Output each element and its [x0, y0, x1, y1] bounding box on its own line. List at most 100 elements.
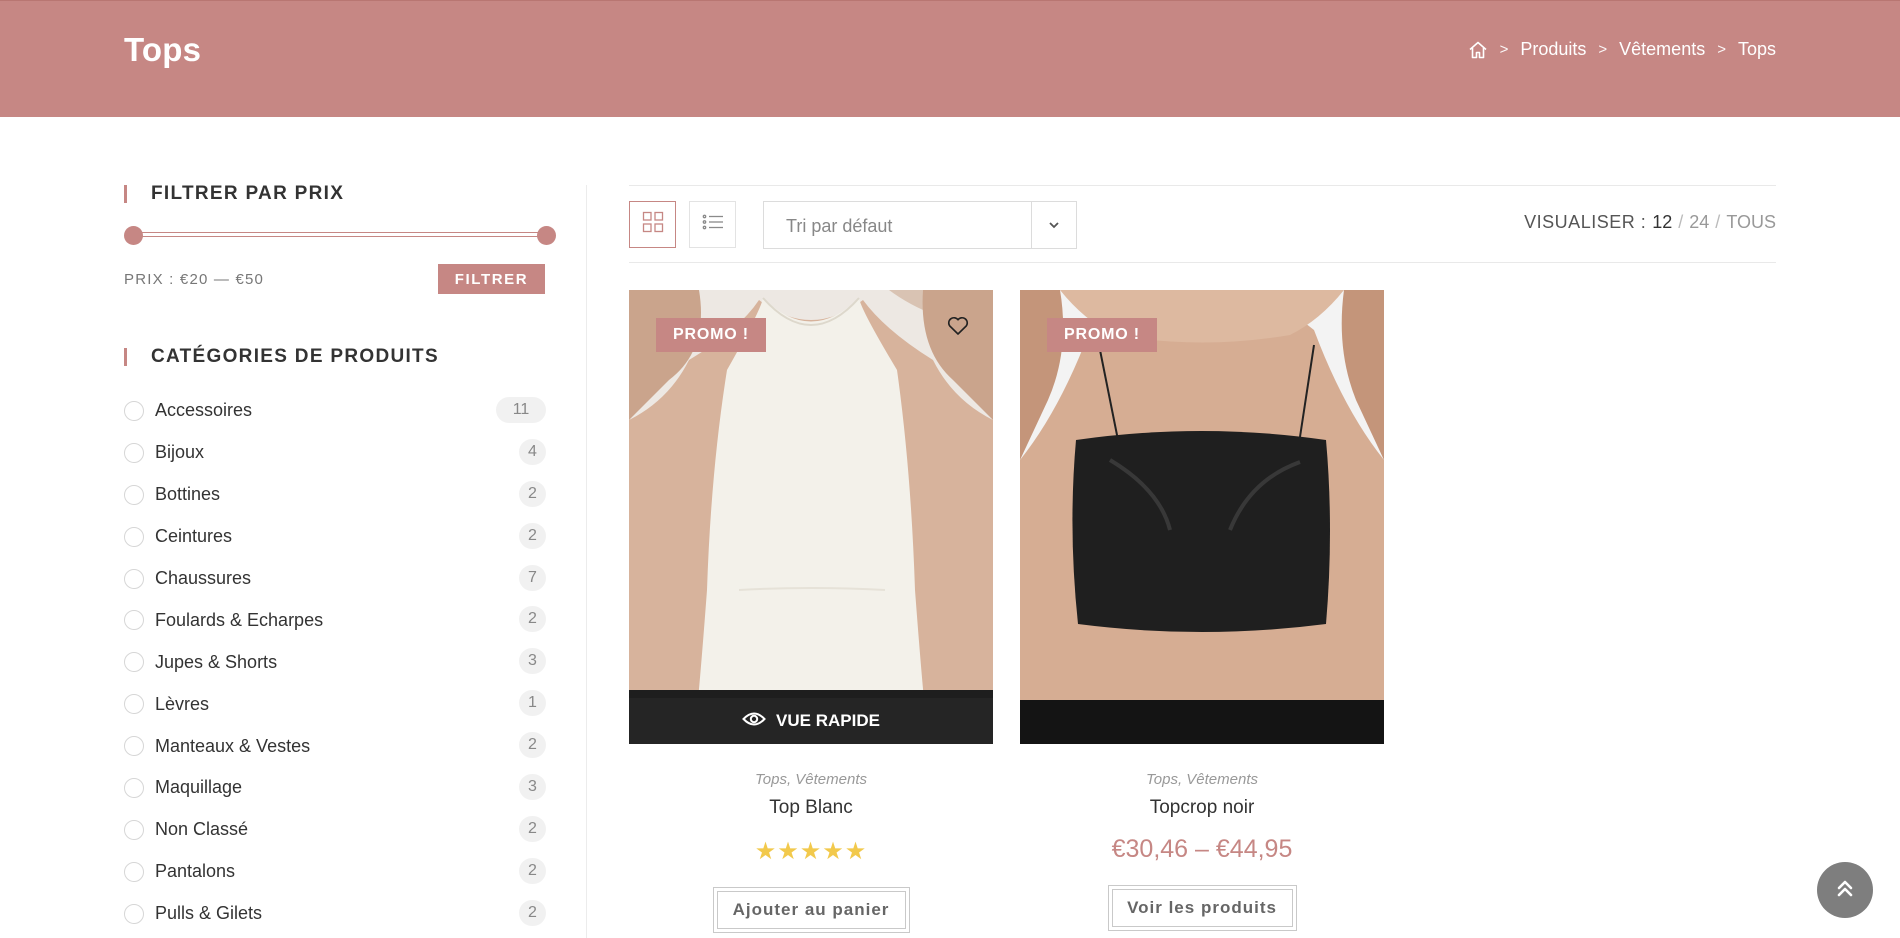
category-radio[interactable]	[124, 400, 144, 421]
sort-select-value: Tri par défaut	[786, 216, 893, 236]
category-item[interactable]: Pulls & Gilets 2	[124, 893, 546, 935]
category-name[interactable]: Foulards & Echarpes	[155, 610, 323, 631]
price-slider[interactable]	[124, 225, 556, 245]
category-radio[interactable]	[124, 736, 144, 757]
breadcrumb-separator: >	[1598, 41, 1608, 58]
double-chevron-up-icon	[1835, 878, 1855, 903]
product-photo-black-crop-top	[1020, 290, 1384, 744]
breadcrumb-separator: >	[1717, 41, 1726, 58]
category-item[interactable]: Chaussures 7	[124, 558, 546, 600]
breadcrumb-vetements[interactable]: Vêtements	[1619, 39, 1705, 60]
category-name[interactable]: Jupes & Shorts	[155, 652, 277, 673]
product-price: €30,46 – €44,95	[1111, 835, 1293, 863]
product-image[interactable]: PROMO ! VUE RAPIDE	[629, 290, 993, 744]
category-name[interactable]: Manteaux & Vestes	[155, 736, 310, 757]
category-item[interactable]: Lèvres 1	[124, 683, 546, 725]
category-count: 2	[519, 899, 546, 926]
category-name[interactable]: Pulls & Gilets	[155, 903, 262, 924]
category-name[interactable]: Bottines	[155, 484, 220, 505]
category-name[interactable]: Pantalons	[155, 861, 235, 882]
scroll-to-top-button[interactable]	[1817, 862, 1873, 918]
quick-view-button[interactable]: VUE RAPIDE	[629, 698, 993, 744]
price-range-label: PRIX : €20 — €50	[124, 271, 265, 288]
category-count: 7	[519, 564, 546, 591]
page-header: Tops > Produits > Vêtements > Tops	[0, 0, 1900, 117]
per-page-option[interactable]: 24	[1689, 212, 1709, 233]
quick-view-label: VUE RAPIDE	[776, 711, 880, 730]
product-image[interactable]: PROMO !	[1020, 290, 1384, 744]
category-name[interactable]: Lèvres	[155, 694, 209, 715]
category-item[interactable]: Foulards & Echarpes 2	[124, 599, 546, 641]
filter-button[interactable]: FILTRER	[438, 264, 545, 294]
price-slider-max-handle[interactable]	[537, 226, 556, 245]
category-item[interactable]: Bottines 2	[124, 474, 546, 516]
breadcrumb: > Produits > Vêtements > Tops	[1468, 39, 1776, 60]
category-radio[interactable]	[124, 610, 144, 631]
product-card: PROMO ! VUE RAPIDE Tops, Vêtements Top B…	[629, 290, 993, 933]
category-count: 3	[519, 774, 546, 801]
list-view-icon	[702, 214, 724, 235]
product-title[interactable]: Top Blanc	[629, 797, 993, 819]
grid-view-button[interactable]	[629, 201, 676, 248]
breadcrumb-produits[interactable]: Produits	[1520, 39, 1586, 60]
home-icon[interactable]	[1468, 40, 1488, 60]
per-page-option[interactable]: TOUS	[1726, 212, 1776, 233]
categories-title: CATÉGORIES DE PRODUITS	[124, 347, 439, 366]
product-photo-white-top	[629, 290, 993, 744]
toolbar-top-divider	[629, 185, 1776, 186]
page-title: Tops	[124, 31, 202, 68]
category-radio[interactable]	[124, 484, 144, 505]
category-item[interactable]: Bijoux 4	[124, 432, 546, 474]
category-item[interactable]: Accessoires 11	[124, 390, 546, 432]
category-radio[interactable]	[124, 652, 144, 673]
product-title[interactable]: Topcrop noir	[1020, 797, 1384, 819]
chevron-down-icon[interactable]	[1031, 202, 1076, 248]
per-page-separator: /	[1678, 212, 1684, 232]
view-products-button[interactable]: Voir les produits	[1107, 885, 1297, 931]
category-item[interactable]: Maquillage 3	[124, 767, 546, 809]
category-radio[interactable]	[124, 777, 144, 798]
breadcrumb-separator: >	[1499, 41, 1509, 58]
category-name[interactable]: Ceintures	[155, 526, 232, 547]
toolbar-bottom-divider	[629, 262, 1776, 263]
per-page-option-current[interactable]: 12	[1652, 212, 1672, 233]
category-count: 2	[519, 522, 546, 549]
category-radio[interactable]	[124, 694, 144, 715]
price-slider-min-handle[interactable]	[124, 226, 143, 245]
category-count: 3	[519, 648, 546, 675]
category-item[interactable]: Jupes & Shorts 3	[124, 641, 546, 683]
star-rating: ★★★★★	[754, 838, 868, 865]
list-view-button[interactable]	[689, 201, 736, 248]
category-radio[interactable]	[124, 526, 144, 547]
category-item[interactable]: Ceintures 2	[124, 516, 546, 558]
heart-icon[interactable]	[947, 316, 969, 341]
category-radio[interactable]	[124, 568, 144, 589]
product-card: PROMO ! Tops, Vêtements Topcrop noir €30…	[1020, 290, 1384, 931]
add-to-cart-button[interactable]: Ajouter au panier	[712, 887, 910, 933]
per-page-separator: /	[1715, 212, 1721, 232]
breadcrumb-tops: Tops	[1737, 39, 1776, 59]
category-name[interactable]: Chaussures	[155, 568, 251, 589]
price-filter-title: FILTRER PAR PRIX	[124, 184, 344, 203]
category-item[interactable]: Non Classé 2	[124, 809, 546, 851]
category-list: Accessoires 11 Bijoux 4 Bottines 2 Ceinture…	[124, 390, 546, 935]
category-count: 2	[519, 606, 546, 633]
category-radio[interactable]	[124, 861, 144, 882]
category-radio[interactable]	[124, 442, 144, 463]
sort-select[interactable]: Tri par défaut	[763, 201, 1077, 249]
category-count: 2	[519, 857, 546, 884]
category-count: 11	[496, 397, 546, 423]
category-item[interactable]: Pantalons 2	[124, 851, 546, 893]
product-categories[interactable]: Tops, Vêtements	[629, 771, 993, 788]
category-item[interactable]: Manteaux & Vestes 2	[124, 725, 546, 767]
product-categories[interactable]: Tops, Vêtements	[1020, 771, 1384, 788]
category-radio[interactable]	[124, 819, 144, 840]
category-name[interactable]: Accessoires	[155, 400, 252, 421]
category-name[interactable]: Non Classé	[155, 819, 248, 840]
promo-badge: PROMO !	[656, 318, 766, 352]
category-name[interactable]: Bijoux	[155, 442, 204, 463]
category-radio[interactable]	[124, 903, 144, 924]
category-name[interactable]: Maquillage	[155, 777, 242, 798]
category-count: 2	[519, 815, 546, 842]
promo-badge: PROMO !	[1047, 318, 1157, 352]
